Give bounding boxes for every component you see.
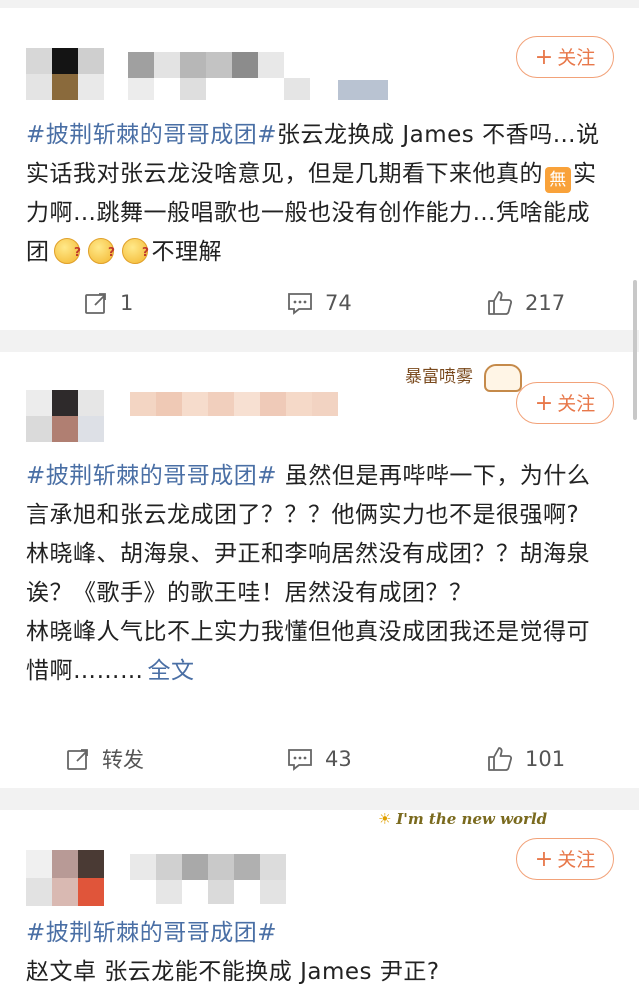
feed-post: + 关注 #披荆斩棘的哥哥成团#张云龙换成 James 不香吗…说实话我对张云龙没… xyxy=(0,8,632,330)
thumbs-up-icon xyxy=(488,291,513,315)
decoration-badge: 暴富喷雾 xyxy=(405,362,522,392)
thumbs-up-icon xyxy=(488,747,513,771)
like-button[interactable]: 101 xyxy=(487,739,565,779)
hashtag-link[interactable]: #披荆斩棘的哥哥成团# xyxy=(26,122,277,148)
like-button[interactable]: 217 xyxy=(487,283,565,323)
comment-button[interactable]: 43 xyxy=(287,739,352,779)
plus-icon: + xyxy=(534,847,554,872)
avatar[interactable] xyxy=(26,390,106,444)
confused-face-emoji-icon xyxy=(87,233,115,272)
post-actions: 1 74 217 xyxy=(0,283,632,323)
comment-icon xyxy=(288,293,312,315)
plus-icon: + xyxy=(534,391,554,416)
full-text-link[interactable]: 全文 xyxy=(148,658,195,684)
repost-button[interactable]: 转发 xyxy=(66,739,144,779)
feed-gap-top xyxy=(0,0,639,8)
post-text: #披荆斩棘的哥哥成团# 虽然但是再哔哔一下，为什么言承旭和张云龙成团了？？？他俩… xyxy=(26,463,591,684)
wu-sticker-icon: 無 xyxy=(545,167,571,193)
avatar[interactable] xyxy=(26,850,106,906)
follow-button[interactable]: + 关注 xyxy=(516,838,614,880)
hashtag-link[interactable]: #披荆斩棘的哥哥成团# xyxy=(26,920,277,946)
feed-post: ☀ I'm the new world + 关注 #披荆斩棘的哥哥成团# 赵文卓 … xyxy=(0,810,632,1000)
feed-post: 暴富喷雾 + 关注 #披荆斩棘的哥哥成团# 虽然但是再哔哔一下，为什么言承旭和张云… xyxy=(0,352,632,788)
comment-icon xyxy=(288,749,312,771)
username-pixelated[interactable] xyxy=(130,392,340,420)
decoration-badge: ☀ I'm the new world xyxy=(378,810,548,828)
feed-gap xyxy=(0,330,639,352)
hashtag-link[interactable]: #披荆斩棘的哥哥成团# xyxy=(26,463,277,489)
comment-button[interactable]: 74 xyxy=(287,283,352,323)
post-actions: 转发 43 101 xyxy=(0,739,632,779)
cat-icon xyxy=(483,364,522,392)
username-pixelated[interactable] xyxy=(130,854,430,904)
username-pixelated[interactable] xyxy=(128,52,388,102)
follow-button[interactable]: + 关注 xyxy=(516,36,614,78)
follow-button[interactable]: + 关注 xyxy=(516,382,614,424)
post-text: #披荆斩棘的哥哥成团#张云龙换成 James 不香吗…说实话我对张云龙没啥意见，… xyxy=(26,116,611,272)
repost-icon xyxy=(67,749,88,770)
repost-button[interactable]: 1 xyxy=(84,283,133,323)
sun-icon: ☀ xyxy=(378,810,392,828)
scrollbar[interactable] xyxy=(633,280,637,420)
avatar[interactable] xyxy=(26,48,106,100)
confused-face-emoji-icon xyxy=(121,233,149,272)
repost-icon xyxy=(85,293,106,314)
plus-icon: + xyxy=(534,45,554,70)
confused-face-emoji-icon xyxy=(53,233,81,272)
feed-gap xyxy=(0,788,639,810)
post-text: #披荆斩棘的哥哥成团# 赵文卓 张云龙能不能换成 James 尹正? xyxy=(26,920,440,985)
